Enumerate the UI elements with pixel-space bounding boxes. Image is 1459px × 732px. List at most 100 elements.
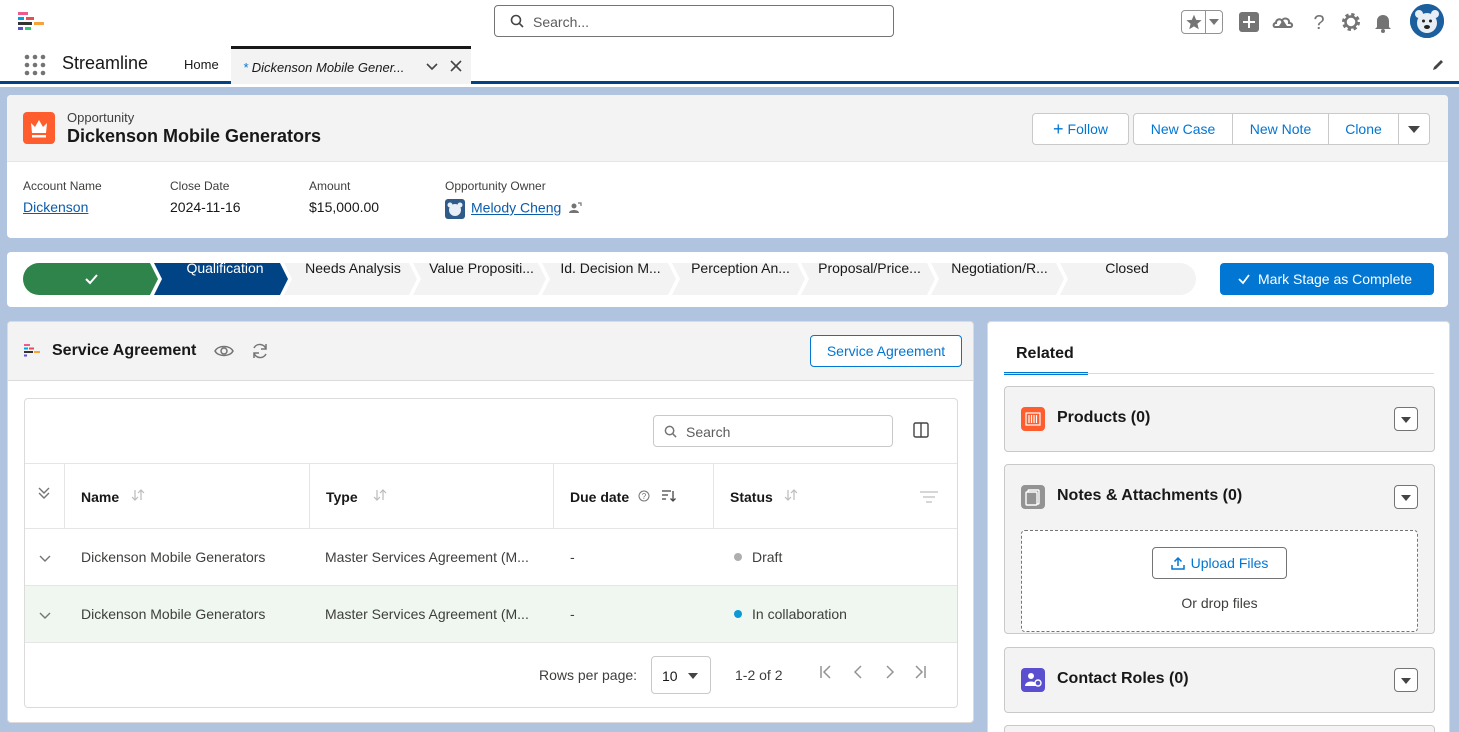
notes-attachments-title[interactable]: Notes & Attachments (0) [1057, 487, 1242, 505]
stage-proposal-price-quote[interactable]: Proposal/Price... [809, 252, 930, 284]
row-name[interactable]: Dickenson Mobile Generators [81, 549, 265, 565]
mark-stage-complete-button[interactable]: Mark Stage as Complete [1220, 263, 1434, 295]
column-due-date[interactable]: Due date ? [554, 464, 714, 528]
new-case-button[interactable]: New Case [1133, 113, 1233, 145]
tab-divider [1004, 373, 1434, 374]
column-name[interactable]: Name [65, 464, 310, 528]
global-search-input[interactable]: Search... [494, 5, 894, 37]
edit-nav-pencil-icon[interactable] [1431, 58, 1445, 72]
stage-closed[interactable]: Closed [1068, 252, 1186, 284]
sort-icon[interactable] [784, 488, 798, 502]
refresh-icon[interactable] [250, 341, 270, 361]
next-page-icon[interactable] [883, 664, 897, 680]
app-launcher-icon[interactable] [24, 54, 46, 76]
owner-link[interactable]: Melody Cheng [471, 200, 561, 216]
notifications-bell-icon[interactable] [1371, 10, 1395, 34]
file-drop-zone[interactable]: Upload Files Or drop files [1021, 530, 1418, 632]
first-page-icon[interactable] [819, 664, 833, 680]
follow-button[interactable]: + Follow [1032, 113, 1129, 145]
record-highlights-panel: Opportunity Dickenson Mobile Generators … [7, 95, 1448, 238]
chevron-down-icon [1408, 126, 1420, 133]
column-status[interactable]: Status [714, 464, 957, 528]
upload-icon [1170, 556, 1185, 570]
setup-gear-icon[interactable] [1339, 10, 1363, 34]
filter-icon[interactable] [920, 491, 938, 503]
trailhead-icon[interactable] [1271, 10, 1295, 34]
new-note-button[interactable]: New Note [1232, 113, 1329, 145]
tab-home[interactable]: Home [172, 44, 231, 84]
unsaved-indicator: * [243, 60, 249, 75]
sort-icon[interactable] [373, 488, 387, 502]
rows-per-page-select[interactable]: 10 [651, 656, 711, 694]
table-pagination: Rows per page: 10 1-2 of 2 [25, 644, 957, 704]
stage-perception-analysis[interactable]: Perception An... [680, 252, 801, 284]
table-row[interactable]: Dickenson Mobile Generators Master Servi… [25, 586, 957, 643]
last-page-icon[interactable] [913, 664, 927, 680]
tab-opportunity-record[interactable]: * Dickenson Mobile Gener... [231, 46, 471, 84]
rows-per-page-label: Rows per page: [539, 667, 638, 683]
chevron-down-icon[interactable] [38, 551, 52, 565]
stage-id-decision-makers[interactable]: Id. Decision M... [550, 252, 671, 284]
notes-attachments-icon [1021, 485, 1045, 509]
stage-value-proposition[interactable]: Value Propositi... [421, 252, 542, 284]
related-next-section [1004, 725, 1435, 732]
contact-roles-icon [1021, 668, 1045, 692]
contact-roles-title[interactable]: Contact Roles (0) [1057, 670, 1189, 688]
user-avatar[interactable] [1410, 4, 1444, 38]
field-account-name: Account Name Dickenson [23, 179, 102, 215]
row-name[interactable]: Dickenson Mobile Generators [81, 606, 265, 622]
columns-toggle-icon[interactable] [913, 422, 929, 438]
navigation-bar: Streamline Home * Dickenson Mobile Gener… [0, 44, 1459, 84]
favorites-dropdown-icon[interactable] [1209, 19, 1219, 25]
products-icon [1021, 407, 1045, 431]
related-panel: Related Products (0) Notes & Attachments… [987, 321, 1450, 732]
account-link[interactable]: Dickenson [23, 199, 88, 215]
table-row[interactable]: Dickenson Mobile Generators Master Servi… [25, 529, 957, 586]
sort-icon[interactable] [131, 488, 145, 502]
service-agreement-button[interactable]: Service Agreement [810, 335, 962, 367]
global-add-icon[interactable] [1237, 10, 1261, 34]
eye-icon[interactable] [214, 341, 234, 361]
stage-complete [23, 263, 158, 295]
drop-files-text: Or drop files [1181, 595, 1258, 611]
stage-qualification[interactable]: Qualification [162, 252, 288, 284]
stage-needs-analysis[interactable]: Needs Analysis [291, 252, 415, 284]
table-search-input[interactable]: Search [653, 415, 893, 447]
row-due-date: - [570, 606, 575, 622]
app-logo[interactable] [18, 12, 46, 32]
products-menu-button[interactable] [1394, 407, 1418, 431]
previous-page-icon[interactable] [851, 664, 865, 680]
status-dot [734, 553, 742, 562]
add-icon: + [1053, 119, 1064, 139]
search-icon [510, 14, 524, 28]
help-icon[interactable]: ? [1307, 10, 1331, 34]
close-icon[interactable] [449, 59, 463, 73]
products-title[interactable]: Products (0) [1057, 409, 1150, 427]
change-owner-icon[interactable] [568, 201, 582, 215]
clone-button[interactable]: Clone [1328, 113, 1399, 145]
chevron-down-icon [688, 673, 698, 679]
chevron-down-icon[interactable] [425, 59, 439, 73]
chevron-down-icon[interactable] [38, 608, 52, 622]
sort-descending-icon[interactable] [661, 489, 677, 503]
more-actions-button[interactable] [1398, 113, 1430, 145]
sales-path: Qualification Needs Analysis Value Propo… [7, 252, 1448, 307]
notes-menu-button[interactable] [1394, 485, 1418, 509]
chevron-down-icon [1401, 678, 1411, 684]
expand-all-icon [38, 487, 50, 499]
info-icon[interactable]: ? [638, 490, 650, 502]
page-range: 1-2 of 2 [735, 667, 783, 683]
stage-negotiation-review[interactable]: Negotiation/R... [939, 252, 1060, 284]
expand-all-header[interactable] [25, 464, 65, 528]
chevron-down-icon [1401, 417, 1411, 423]
column-type[interactable]: Type [310, 464, 554, 528]
contact-roles-menu-button[interactable] [1394, 668, 1418, 692]
upload-files-button[interactable]: Upload Files [1152, 547, 1287, 579]
record-header-top: Opportunity Dickenson Mobile Generators … [7, 95, 1448, 162]
record-title: Dickenson Mobile Generators [67, 126, 322, 146]
favorites-button-group[interactable] [1181, 10, 1223, 34]
tab-related[interactable]: Related [1004, 345, 1088, 375]
row-status: In collaboration [734, 606, 847, 622]
favorites-star-icon[interactable] [1185, 13, 1203, 31]
svg-text:?: ? [1313, 12, 1324, 34]
